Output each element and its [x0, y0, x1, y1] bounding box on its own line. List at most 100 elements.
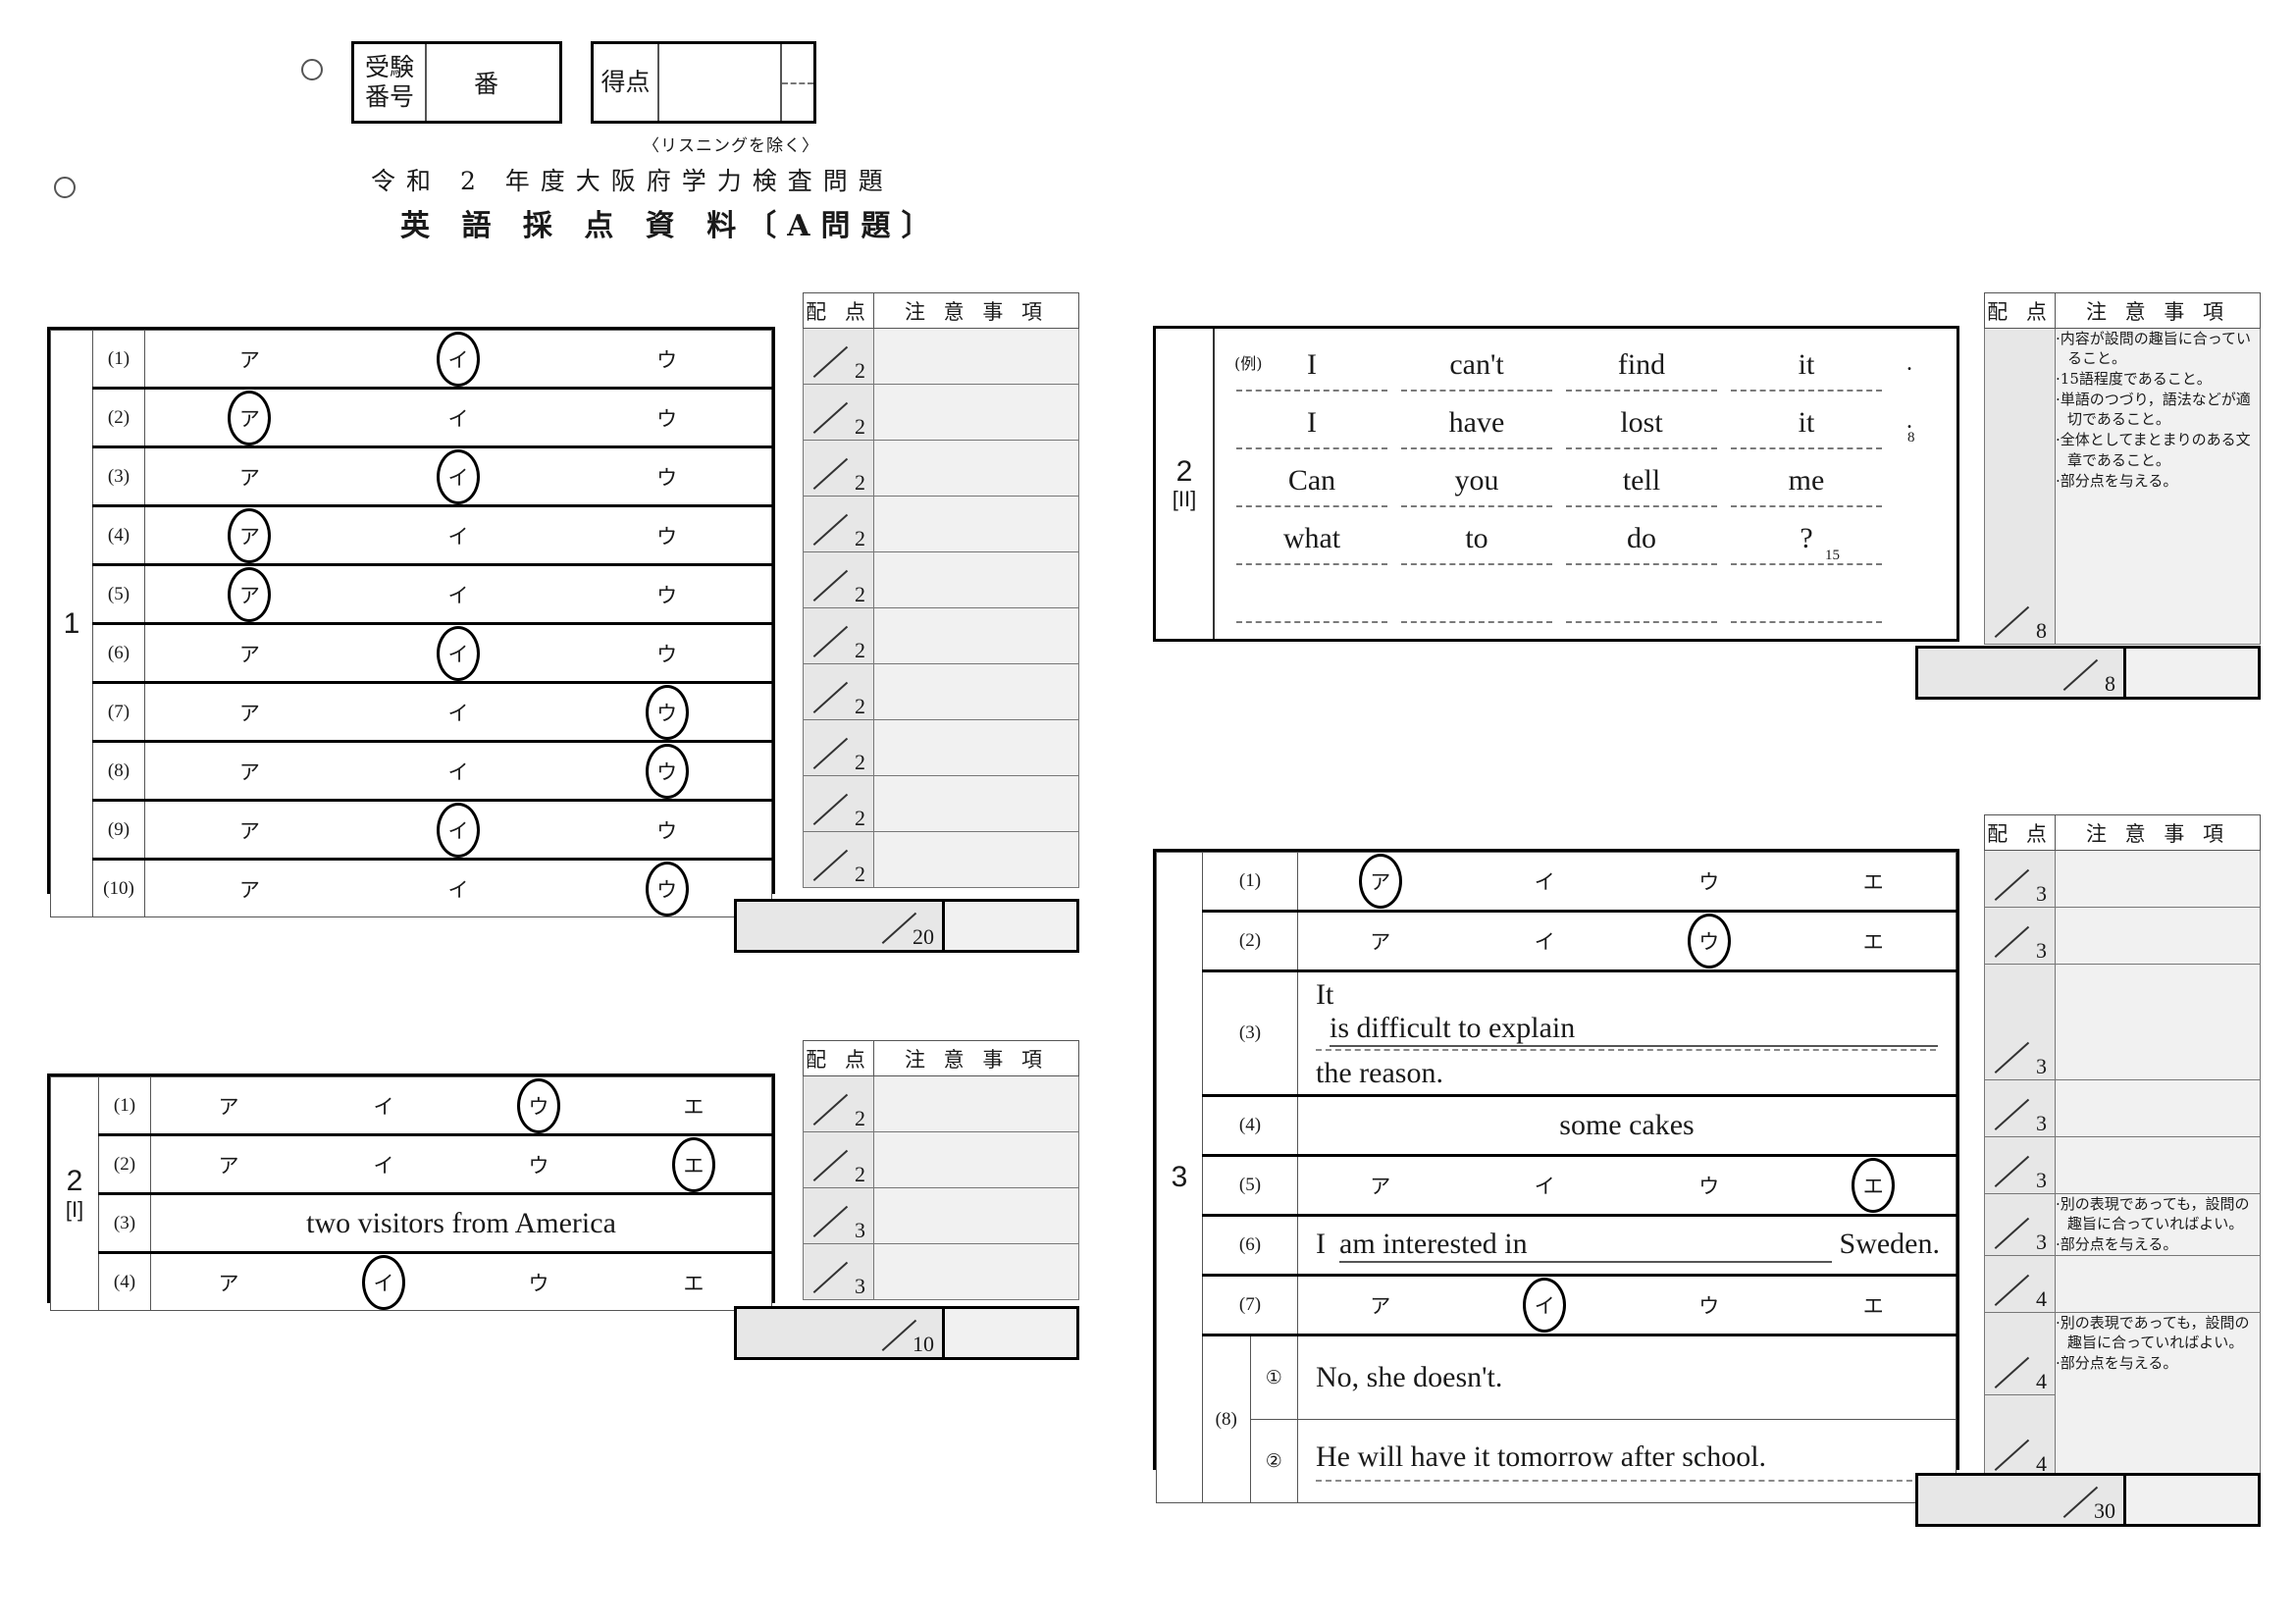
choice-option[interactable]: ア — [145, 639, 354, 668]
answer-cell[interactable]: アイウ — [144, 387, 772, 447]
writing-line[interactable] — [1401, 505, 1552, 507]
exam-number-field[interactable]: 番 — [425, 44, 559, 121]
choice-option[interactable]: イ — [354, 625, 563, 681]
answer-cell[interactable]: No, she doesn't. — [1297, 1334, 1957, 1420]
choice-option[interactable]: ウ — [562, 684, 771, 740]
choice-option[interactable]: エ — [1792, 926, 1957, 956]
writing-line[interactable] — [1236, 505, 1387, 507]
choice-option[interactable]: ア — [145, 390, 354, 445]
answer-cell[interactable]: He will have it tomorrow after school. — [1297, 1419, 1957, 1503]
choice-option[interactable]: ア — [145, 698, 354, 727]
choice-option[interactable]: エ — [616, 1091, 771, 1121]
writing-line[interactable] — [1236, 447, 1387, 449]
answer-cell[interactable]: two visitors from America — [150, 1192, 772, 1253]
choice-option[interactable]: イ — [306, 1150, 461, 1179]
answer-blank[interactable]: am interested in — [1339, 1228, 1832, 1263]
choice-option[interactable]: イ — [354, 448, 563, 504]
writing-line[interactable] — [1566, 505, 1717, 507]
answer-cell[interactable]: アイウ — [144, 740, 772, 801]
choice-option[interactable]: イ — [1463, 1171, 1628, 1200]
choice-option[interactable]: ア — [145, 874, 354, 904]
choice-option[interactable]: イ — [354, 802, 563, 858]
answer-cell[interactable]: アイウ — [144, 681, 772, 742]
choice-option[interactable]: ウ — [562, 403, 771, 433]
choice-option[interactable]: ウ — [1627, 1290, 1792, 1320]
writing-line[interactable] — [1401, 447, 1552, 449]
answer-blank[interactable]: is difficult to explain — [1330, 1012, 1938, 1047]
choice-option[interactable]: ウ — [1627, 1171, 1792, 1200]
writing-line[interactable] — [1401, 563, 1552, 565]
choice-option[interactable]: イ — [354, 580, 563, 609]
choice-option[interactable]: イ — [354, 521, 563, 550]
answer-cell[interactable]: アイウ — [144, 330, 772, 389]
choice-option[interactable]: ウ — [1627, 866, 1792, 896]
writing-line[interactable] — [1566, 621, 1717, 623]
answer-cell[interactable]: アイウエ — [1297, 910, 1957, 971]
writing-line[interactable] — [1566, 447, 1717, 449]
writing-line[interactable] — [1566, 390, 1717, 392]
choice-option[interactable]: イ — [306, 1254, 461, 1310]
choice-option[interactable]: ア — [1298, 1171, 1463, 1200]
choice-option[interactable]: ウ — [461, 1268, 616, 1297]
writing-line[interactable] — [1316, 1480, 1932, 1482]
choice-option[interactable]: ウ — [562, 580, 771, 609]
choice-option[interactable]: ア — [145, 344, 354, 374]
writing-line[interactable] — [1731, 563, 1882, 565]
choice-option[interactable]: イ — [1463, 1278, 1628, 1333]
choice-option[interactable]: ア — [1298, 854, 1463, 909]
answer-cell[interactable]: アイウ — [144, 799, 772, 860]
writing-line[interactable] — [1731, 390, 1882, 392]
answer-cell[interactable]: アイウ — [144, 563, 772, 624]
writing-line[interactable] — [1566, 563, 1717, 565]
choice-option[interactable]: ウ — [562, 815, 771, 845]
choice-option[interactable]: ア — [145, 566, 354, 622]
answer-cell[interactable]: アイウエ — [1297, 1154, 1957, 1216]
choice-option[interactable]: ア — [1298, 926, 1463, 956]
choice-option[interactable]: イ — [354, 403, 563, 433]
choice-option[interactable]: ア — [145, 815, 354, 845]
answer-cell[interactable]: アイウエ — [150, 1251, 772, 1311]
choice-option[interactable]: ア — [1298, 1290, 1463, 1320]
choice-option[interactable]: ウ — [562, 639, 771, 668]
choice-option[interactable]: イ — [354, 698, 563, 727]
choice-option[interactable]: ウ — [562, 462, 771, 492]
choice-option[interactable]: ア — [151, 1268, 306, 1297]
writing-line[interactable] — [1236, 390, 1387, 392]
writing-line[interactable] — [1731, 621, 1882, 623]
choice-option[interactable]: ア — [145, 757, 354, 786]
answer-cell[interactable]: アイウエ — [150, 1133, 772, 1194]
choice-option[interactable]: ア — [145, 507, 354, 563]
choice-option[interactable]: ア — [151, 1091, 306, 1121]
choice-option[interactable]: ウ — [1627, 914, 1792, 969]
choice-option[interactable]: エ — [1792, 1158, 1957, 1213]
writing-line[interactable] — [1236, 621, 1387, 623]
choice-option[interactable]: ア — [145, 462, 354, 492]
writing-line[interactable] — [1236, 563, 1387, 565]
choice-option[interactable]: ア — [151, 1150, 306, 1179]
choice-option[interactable]: エ — [1792, 1290, 1957, 1320]
choice-option[interactable]: エ — [616, 1136, 771, 1192]
choice-option[interactable]: イ — [354, 874, 563, 904]
choice-option[interactable]: イ — [354, 331, 563, 387]
writing-line[interactable] — [1316, 1049, 1936, 1051]
answer-cell[interactable]: アイウエ — [1297, 1274, 1957, 1335]
choice-option[interactable]: イ — [306, 1091, 461, 1121]
choice-option[interactable]: イ — [1463, 866, 1628, 896]
answer-cell[interactable]: アイウ — [144, 858, 772, 917]
answer-cell[interactable]: Iam interested in Sweden. — [1297, 1214, 1957, 1276]
choice-option[interactable]: イ — [1463, 926, 1628, 956]
writing-line[interactable] — [1401, 621, 1552, 623]
choice-option[interactable]: ウ — [562, 743, 771, 799]
answer-cell[interactable]: アイウエ — [1297, 852, 1957, 912]
writing-line[interactable] — [1731, 447, 1882, 449]
choice-option[interactable]: ウ — [562, 344, 771, 374]
choice-option[interactable]: ウ — [562, 521, 771, 550]
answer-cell[interactable]: some cakes — [1297, 1094, 1957, 1156]
answer-cell[interactable]: アイウエ — [150, 1076, 772, 1135]
score-field[interactable] — [657, 44, 780, 121]
score-subfield[interactable] — [780, 44, 813, 121]
answer-cell[interactable]: Itis difficult to explain the reason. — [1297, 969, 1957, 1096]
writing-line[interactable] — [1731, 505, 1882, 507]
answer-cell[interactable]: アイウ — [144, 504, 772, 565]
answer-cell[interactable]: アイウ — [144, 445, 772, 506]
